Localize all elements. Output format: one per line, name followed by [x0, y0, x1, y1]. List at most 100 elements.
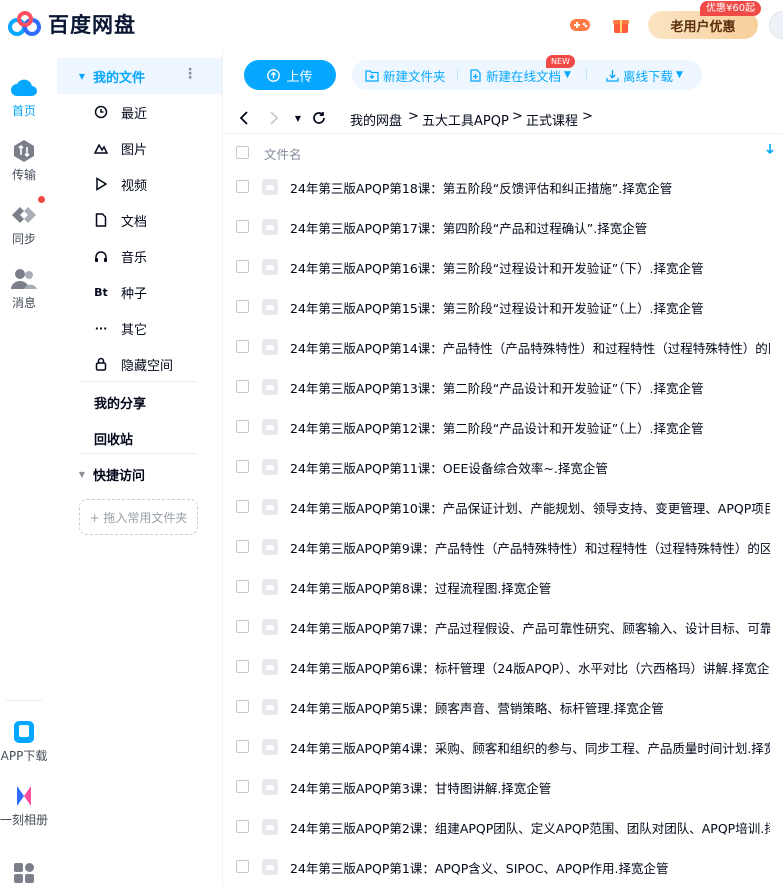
- select-all-checkbox[interactable]: [236, 146, 249, 159]
- rail-item-app-download[interactable]: APP下载: [0, 717, 48, 764]
- row-checkbox[interactable]: [236, 340, 249, 353]
- sidebar-item-documents[interactable]: 文档: [57, 202, 222, 238]
- file-row[interactable]: 24年第三版APQP第4课：采购、顾客和组织的参与、同步工程、产品质量时间计划.…: [224, 727, 783, 767]
- quick-access-drop-zone[interactable]: + 拖入常用文件夹: [79, 499, 198, 535]
- caret-down-icon[interactable]: ▼: [71, 470, 93, 479]
- rail-label: 一刻相册: [0, 813, 49, 827]
- more-vertical-icon[interactable]: ⋮: [183, 66, 197, 82]
- file-name[interactable]: 24年第三版APQP第18课：第五阶段“反馈评估和纠正措施”.择宽企管: [290, 178, 770, 197]
- sidebar-item-recycle-bin[interactable]: 回收站: [94, 429, 133, 448]
- file-name[interactable]: 24年第三版APQP第16课：第三阶段“过程设计和开发验证”（下）.择宽企管: [290, 258, 770, 277]
- sidebar-item-music[interactable]: 音乐: [57, 238, 222, 274]
- rail-item-more[interactable]: [0, 858, 48, 886]
- row-checkbox[interactable]: [236, 420, 249, 433]
- file-row[interactable]: 24年第三版APQP第10课：产品保证计划、产能规划、领导支持、变更管理、APQ…: [224, 487, 783, 527]
- file-name[interactable]: 24年第三版APQP第2课：组建APQP团队、定义APQP范围、团队对团队、AP…: [290, 818, 770, 837]
- caret-down-icon[interactable]: ▼: [71, 72, 93, 81]
- rail-item-sync[interactable]: 同步: [0, 200, 48, 247]
- file-name[interactable]: 24年第三版APQP第8课：过程流程图.择宽企管: [290, 578, 770, 597]
- file-name[interactable]: 24年第三版APQP第15课：第三阶段“过程设计和开发验证”（上）.择宽企管: [290, 298, 770, 317]
- row-checkbox[interactable]: [236, 300, 249, 313]
- breadcrumb-item[interactable]: 我的网盘: [350, 110, 402, 129]
- sidebar-item-others[interactable]: ··· 其它: [57, 310, 222, 346]
- sidebar-item-hidden-space[interactable]: 隐藏空间: [57, 346, 222, 382]
- rail-item-transfer[interactable]: 传输: [0, 136, 48, 183]
- refresh-button[interactable]: [309, 108, 329, 128]
- file-row[interactable]: 24年第三版APQP第17课：第四阶段“产品和过程确认”.择宽企管: [224, 207, 783, 247]
- file-name[interactable]: 24年第三版APQP第7课：产品过程假设、产品可靠性研究、顾客输入、设计目标、可…: [290, 618, 770, 637]
- row-checkbox[interactable]: [236, 860, 249, 873]
- file-row[interactable]: 24年第三版APQP第6课：标杆管理（24版APQP）、水平对比（六西格玛）讲解…: [224, 647, 783, 687]
- row-checkbox[interactable]: [236, 620, 249, 633]
- column-header-filename[interactable]: 文件名: [264, 144, 302, 163]
- file-row[interactable]: 24年第三版APQP第12课：第二阶段“产品设计和开发验证”（上）.择宽企管: [224, 407, 783, 447]
- sidebar-item-my-share[interactable]: 我的分享: [94, 393, 146, 412]
- breadcrumb-item[interactable]: 五大工具APQP: [422, 110, 509, 129]
- new-folder-button[interactable]: 新建文件夹: [365, 60, 446, 90]
- lock-icon: [91, 354, 111, 374]
- file-row[interactable]: 24年第三版APQP第9课：产品特性（产品特殊特性）和过程特性（过程特殊特性）的…: [224, 527, 783, 567]
- sidebar-item-quick-access[interactable]: ▼ 快捷访问: [57, 456, 222, 492]
- row-checkbox[interactable]: [236, 780, 249, 793]
- history-dropdown[interactable]: ▼: [288, 108, 308, 128]
- row-checkbox[interactable]: [236, 540, 249, 553]
- file-row[interactable]: 24年第三版APQP第15课：第三阶段“过程设计和开发验证”（上）.择宽企管: [224, 287, 783, 327]
- rail-item-message[interactable]: 消息: [0, 264, 48, 311]
- file-name[interactable]: 24年第三版APQP第5课：顾客声音、营销策略、标杆管理.择宽企管: [290, 698, 770, 717]
- file-name[interactable]: 24年第三版APQP第14课：产品特性（产品特殊特性）和过程特性（过程特殊特性）…: [290, 338, 770, 357]
- bt-icon: Bt: [94, 285, 108, 299]
- row-checkbox[interactable]: [236, 700, 249, 713]
- file-row[interactable]: 24年第三版APQP第2课：组建APQP团队、定义APQP范围、团队对团队、AP…: [224, 807, 783, 847]
- file-name[interactable]: 24年第三版APQP第9课：产品特性（产品特殊特性）和过程特性（过程特殊特性）的…: [290, 538, 770, 557]
- rail-item-home[interactable]: 首页: [0, 72, 48, 119]
- file-row[interactable]: 24年第三版APQP第14课：产品特性（产品特殊特性）和过程特性（过程特殊特性）…: [224, 327, 783, 367]
- sidebar-item-pictures[interactable]: 图片: [57, 130, 222, 166]
- file-name[interactable]: 24年第三版APQP第1课：APQP含义、SIPOC、APQP作用.择宽企管: [290, 858, 770, 877]
- file-row[interactable]: 24年第三版APQP第5课：顾客声音、营销策略、标杆管理.择宽企管: [224, 687, 783, 727]
- row-checkbox[interactable]: [236, 260, 249, 273]
- sidebar-item-videos[interactable]: 视频: [57, 166, 222, 202]
- forward-button[interactable]: [264, 108, 284, 128]
- sidebar-item-torrents[interactable]: Bt 种子: [57, 274, 222, 310]
- file-row[interactable]: 24年第三版APQP第18课：第五阶段“反馈评估和纠正措施”.择宽企管: [224, 167, 783, 207]
- file-row[interactable]: 24年第三版APQP第16课：第三阶段“过程设计和开发验证”（下）.择宽企管: [224, 247, 783, 287]
- file-name[interactable]: 24年第三版APQP第3课：甘特图讲解.择宽企管: [290, 778, 770, 797]
- file-row[interactable]: 24年第三版APQP第3课：甘特图讲解.择宽企管: [224, 767, 783, 807]
- rail-item-album[interactable]: 一刻相册: [0, 781, 48, 828]
- sidebar-item-my-files[interactable]: ▼ 我的文件 ⋮: [57, 58, 222, 94]
- game-center-button[interactable]: [567, 12, 593, 38]
- offline-download-button[interactable]: 离线下载 ▼: [606, 60, 683, 90]
- upload-button[interactable]: 上传: [244, 60, 336, 90]
- row-checkbox[interactable]: [236, 380, 249, 393]
- file-name[interactable]: 24年第三版APQP第6课：标杆管理（24版APQP）、水平对比（六西格玛）讲解…: [290, 658, 770, 677]
- file-name[interactable]: 24年第三版APQP第12课：第二阶段“产品设计和开发验证”（上）.择宽企管: [290, 418, 770, 437]
- file-name[interactable]: 24年第三版APQP第4课：采购、顾客和组织的参与、同步工程、产品质量时间计划.…: [290, 738, 770, 757]
- app-logo[interactable]: 百度网盘: [8, 9, 136, 39]
- row-checkbox[interactable]: [236, 500, 249, 513]
- row-checkbox[interactable]: [236, 820, 249, 833]
- row-checkbox[interactable]: [236, 580, 249, 593]
- file-row[interactable]: 24年第三版APQP第8课：过程流程图.择宽企管: [224, 567, 783, 607]
- baidu-netdisk-logo-icon: [8, 11, 41, 36]
- gift-button[interactable]: [608, 12, 634, 38]
- file-name[interactable]: 24年第三版APQP第17课：第四阶段“产品和过程确认”.择宽企管: [290, 218, 770, 237]
- file-name[interactable]: 24年第三版APQP第13课：第二阶段“产品设计和开发验证”（下）.择宽企管: [290, 378, 770, 397]
- caret-down-icon: ▼: [676, 70, 683, 80]
- back-button[interactable]: [234, 108, 254, 128]
- sort-down-icon[interactable]: [765, 143, 775, 155]
- file-row[interactable]: 24年第三版APQP第7课：产品过程假设、产品可靠性研究、顾客输入、设计目标、可…: [224, 607, 783, 647]
- row-checkbox[interactable]: [236, 220, 249, 233]
- toolbar-group: 新建文件夹 新建在线文档 ▼ 离线下载 ▼: [352, 60, 702, 90]
- file-row[interactable]: 24年第三版APQP第1课：APQP含义、SIPOC、APQP作用.择宽企管: [224, 847, 783, 886]
- avatar[interactable]: [769, 11, 783, 39]
- file-name[interactable]: 24年第三版APQP第11课：OEE设备综合效率~.择宽企管: [290, 458, 770, 477]
- sidebar-item-recent[interactable]: 最近: [57, 94, 222, 130]
- row-checkbox[interactable]: [236, 460, 249, 473]
- breadcrumb-item[interactable]: 正式课程: [526, 110, 578, 129]
- row-checkbox[interactable]: [236, 660, 249, 673]
- file-row[interactable]: 24年第三版APQP第13课：第二阶段“产品设计和开发验证”（下）.择宽企管: [224, 367, 783, 407]
- file-name[interactable]: 24年第三版APQP第10课：产品保证计划、产能规划、领导支持、变更管理、APQ…: [290, 498, 770, 517]
- file-row[interactable]: 24年第三版APQP第11课：OEE设备综合效率~.择宽企管: [224, 447, 783, 487]
- row-checkbox[interactable]: [236, 180, 249, 193]
- row-checkbox[interactable]: [236, 740, 249, 753]
